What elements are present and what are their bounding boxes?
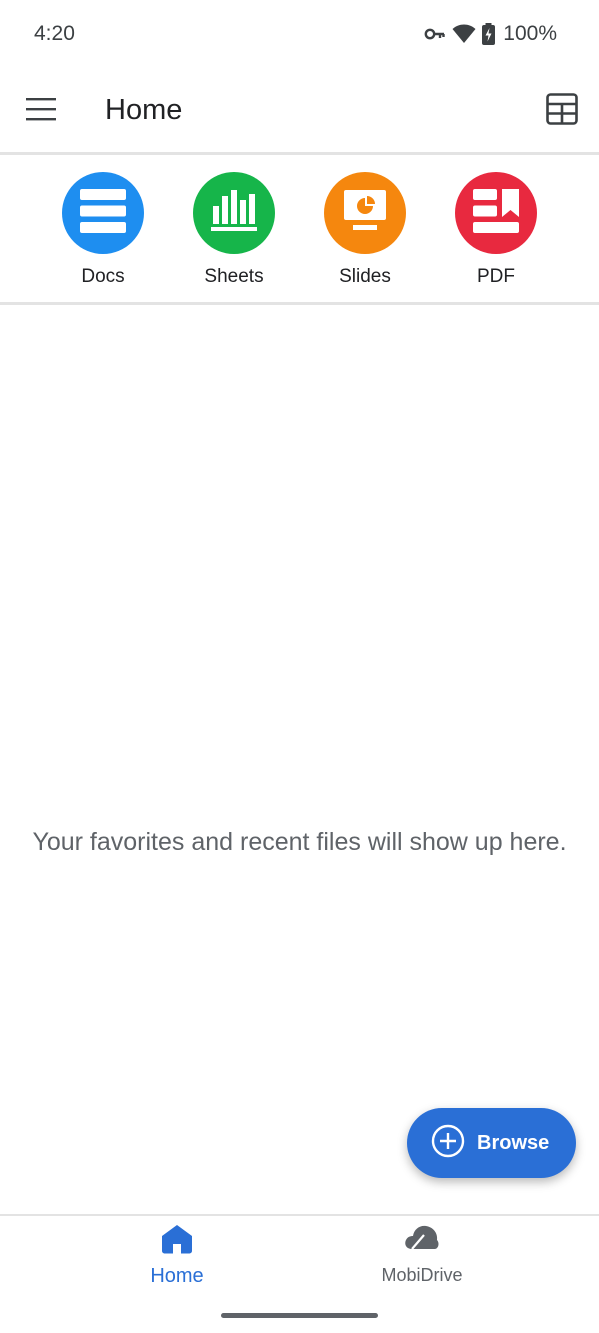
docs-icon-circle: [62, 172, 144, 254]
menu-button[interactable]: [18, 88, 64, 134]
nav-item-mobidrive[interactable]: MobiDrive: [347, 1224, 497, 1286]
status-icons: 100%: [424, 22, 557, 46]
gesture-bar: [221, 1313, 378, 1318]
battery-charging-icon: [482, 23, 496, 45]
quick-create-label: Sheets: [204, 266, 264, 287]
quick-create-row: Docs Sheets Slides PDF: [0, 156, 599, 302]
screen: 4:20 100% Home Docs Sheets Slides PDF Yo…: [0, 0, 599, 1333]
plus-circle-icon: [431, 1124, 465, 1163]
quick-create-label: Slides: [339, 266, 391, 287]
app-bar: Home: [0, 72, 599, 154]
quick-create-docs[interactable]: Docs: [48, 172, 158, 288]
status-bar: 4:20 100%: [0, 0, 599, 70]
docs-icon: [80, 188, 126, 238]
cloud-icon: [404, 1224, 440, 1255]
quick-create-sheets[interactable]: Sheets: [179, 172, 289, 288]
pdf-icon-circle: [455, 172, 537, 254]
page-title: Home: [105, 94, 183, 126]
grid-view-icon: [546, 92, 578, 130]
quick-create-label: Docs: [81, 266, 125, 287]
sheets-icon: [211, 189, 257, 237]
home-icon: [161, 1224, 193, 1259]
grid-view-button[interactable]: [539, 88, 585, 134]
app-bar-divider: [0, 152, 599, 155]
slides-icon: [344, 189, 386, 237]
nav-label-mobidrive: MobiDrive: [381, 1265, 463, 1285]
quick-create-slides[interactable]: Slides: [310, 172, 420, 288]
quick-create-pdf[interactable]: PDF: [441, 172, 551, 288]
status-time: 4:20: [34, 22, 75, 45]
vpn-key-icon: [424, 27, 446, 41]
nav-item-home[interactable]: Home: [102, 1224, 252, 1288]
browse-button[interactable]: Browse: [407, 1108, 576, 1178]
browse-label: Browse: [477, 1131, 550, 1154]
empty-state-message: Your favorites and recent files will sho…: [32, 828, 567, 856]
sheets-icon-circle: [193, 172, 275, 254]
slides-icon-circle: [324, 172, 406, 254]
nav-label-home: Home: [150, 1265, 204, 1287]
quick-create-label: PDF: [477, 266, 515, 287]
hamburger-menu-icon: [26, 97, 56, 126]
wifi-icon: [452, 24, 476, 44]
quick-create-divider: [0, 302, 599, 305]
battery-percentage: 100%: [503, 22, 557, 45]
pdf-icon: [473, 188, 519, 238]
